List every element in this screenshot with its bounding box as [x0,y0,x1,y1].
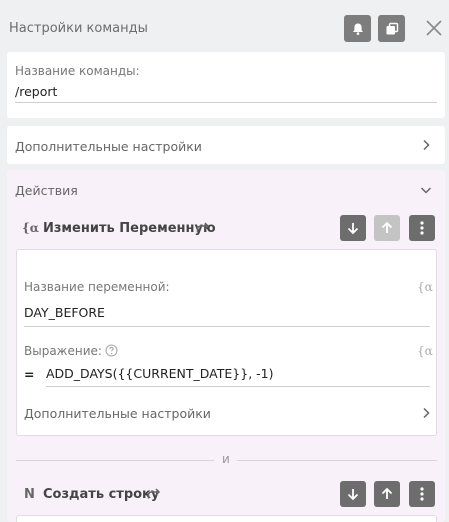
action2-body [16,515,437,522]
arrow-up-icon [381,487,393,499]
close-icon[interactable] [424,18,444,38]
move-down-button[interactable] [340,215,366,241]
redo-icon[interactable] [196,222,210,234]
command-name-label: Название команды: [15,64,140,78]
extra-settings-row[interactable]: Дополнительные настройки [7,126,445,164]
expression-input[interactable]: ADD_DAYS({{CURRENT_DATE}}, -1) [46,366,273,381]
expression-alpha-mark[interactable]: {α [417,344,433,358]
variable-alpha-mark[interactable]: {α [417,280,433,294]
copy-button[interactable] [378,15,405,42]
actions-section: Действия {α Изменить Переменную Название… [7,170,445,522]
action1-body: Название переменной: {α DAY_BEFORE Выраж… [16,249,437,436]
arrow-down-icon [347,223,359,235]
action2-move-up-button[interactable] [374,481,400,507]
separator-label: и [222,452,230,466]
arrow-up-icon [381,221,393,233]
chevron-right-icon [423,139,430,151]
panel-title: Настройки команды [9,21,148,36]
action2-title: Создать строку [43,487,160,502]
separator-line-right [237,460,437,461]
variable-name-label: Название переменной: [24,280,170,294]
variable-type-icon: {α [22,221,39,235]
expression-underline [46,386,430,387]
notifications-button[interactable] [344,15,371,42]
variable-name-underline [24,326,430,327]
expression-equals: = [24,367,35,382]
variable-name-input[interactable]: DAY_BEFORE [24,305,105,320]
extra-settings-label: Дополнительные настройки [15,139,202,154]
bell-icon [352,23,363,35]
separator-line-left [16,460,214,461]
copy-icon [386,22,398,34]
chevron-down-icon[interactable] [420,185,432,195]
redo-icon[interactable] [147,488,161,500]
command-name-input[interactable]: /report [15,84,57,99]
move-up-button[interactable] [374,215,400,241]
actions-label: Действия [15,183,78,198]
arrow-down-icon [347,489,359,501]
action1-menu-button[interactable] [409,215,435,241]
action1-title: Изменить Переменную [43,221,216,236]
command-name-underline [15,102,437,103]
action2-move-down-button[interactable] [340,481,366,507]
command-name-card: Название команды: /report [7,52,445,118]
kebab-menu-icon [420,487,424,501]
expression-label: Выражение: [24,344,102,358]
string-type-icon: N [24,487,35,502]
action2-menu-button[interactable] [409,481,435,507]
kebab-menu-icon [420,221,424,235]
action1-extra-settings-label[interactable]: Дополнительные настройки [24,406,211,421]
chevron-right-icon[interactable] [421,407,431,419]
help-icon[interactable] [105,344,118,357]
